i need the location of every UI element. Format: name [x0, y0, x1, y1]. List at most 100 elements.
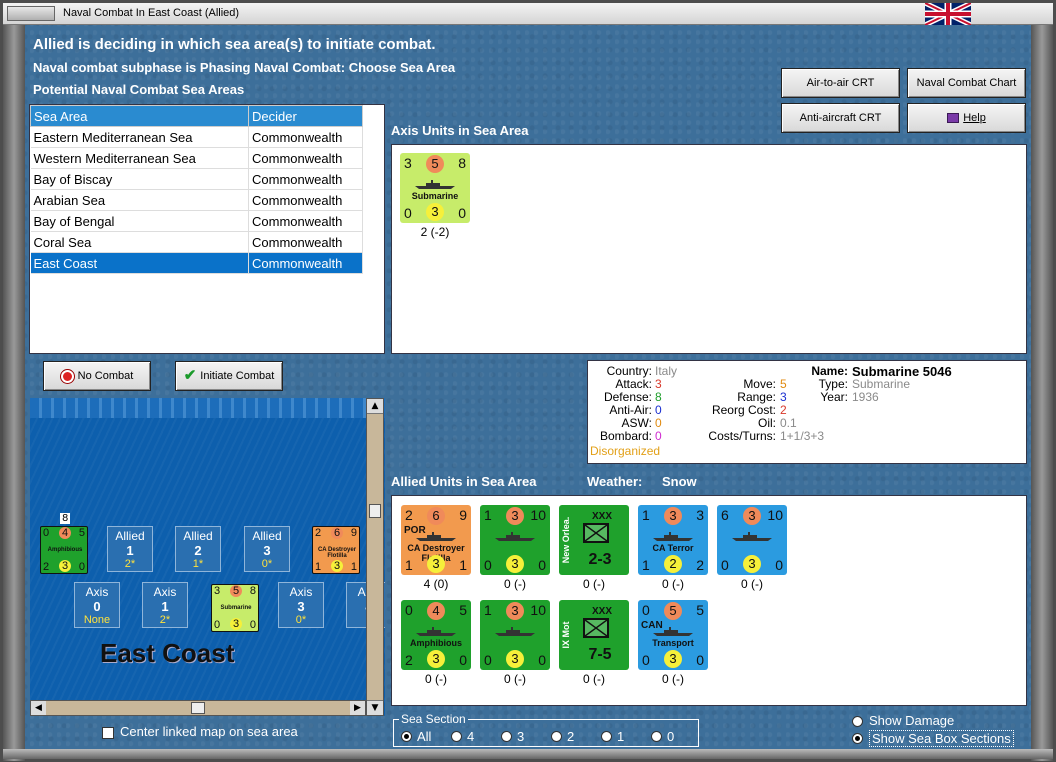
decider-cell[interactable]: Commonwealth	[248, 168, 363, 190]
decider-cell[interactable]: Commonwealth	[248, 126, 363, 148]
sea-section-radio[interactable]	[401, 731, 412, 742]
bombard-value: 0	[655, 429, 662, 443]
table-row[interactable]: Coral Sea Commonwealth	[30, 231, 363, 253]
mini-top-left: 3	[214, 585, 221, 597]
unit-counter[interactable]: XXX New Orlea. 2-3	[559, 505, 629, 575]
sea-area-map[interactable]: East Coast Allied 1 2* Allied 2 1* Allied 3 0* Ax…	[30, 398, 385, 716]
sea-box-section[interactable]: Allied 2 1*	[175, 526, 221, 572]
counter-bottom-center: 3	[743, 555, 761, 573]
table-row[interactable]: Arabian Sea Commonwealth	[30, 189, 363, 211]
unit-counter[interactable]: 3 5 8 Submarine 0 3 0	[400, 153, 470, 223]
table-row[interactable]: Bay of Bengal Commonwealth	[30, 210, 363, 232]
mini-top-left: 2	[315, 527, 322, 539]
decider-cell[interactable]: Commonwealth	[248, 252, 363, 274]
sea-section-radio[interactable]	[601, 731, 612, 742]
year-key: Year:	[820, 390, 848, 404]
sea-area-cell[interactable]: East Coast	[30, 252, 249, 274]
counter-bottom-left: 0	[404, 205, 412, 221]
anti-aircraft-crt-button[interactable]: Anti-aircraft CRT	[781, 103, 900, 133]
sea-box-number: 0	[93, 599, 101, 614]
counter-name: Submarine	[411, 191, 459, 201]
scroll-left-arrow-icon[interactable]: ◀	[31, 701, 46, 715]
move-value: 5	[780, 377, 787, 391]
unit-info-panel: Country: Italy Attack: 3 Defense: 8 Anti…	[587, 360, 1027, 464]
column-header-decider[interactable]: Decider	[248, 105, 363, 127]
sea-area-cell[interactable]: Eastern Mediterranean Sea	[30, 126, 249, 148]
sea-box-section[interactable]: Axis 0 None	[74, 582, 120, 628]
counter-caption: 0 (-)	[504, 672, 526, 686]
book-icon	[947, 113, 960, 124]
map-unit-counter[interactable]: 0 4 5 Amphibious 2 3 0	[40, 526, 88, 574]
counter-top-center: 4	[427, 602, 445, 620]
air-to-air-crt-button[interactable]: Air-to-air CRT	[781, 68, 900, 98]
disorganized-status: Disorganized	[590, 444, 661, 458]
map-unit-counter[interactable]: 3 5 8 Submarine 0 3 0	[211, 584, 259, 632]
decider-cell[interactable]: Commonwealth	[248, 147, 363, 169]
sea-section-option-label: 2	[567, 729, 575, 744]
sea-box-label: Allied	[183, 529, 213, 543]
unit-counter[interactable]: 0 5 5 CAN Transport 0 3 0	[638, 600, 708, 670]
scroll-down-arrow-icon[interactable]: ▼	[367, 700, 383, 715]
sea-box-section[interactable]: Allied 3 0*	[244, 526, 290, 572]
unit-counter[interactable]: 6 3 10 0 3 0	[717, 505, 787, 575]
sea-box-section[interactable]: Axis 1 2*	[142, 582, 188, 628]
sea-box-section[interactable]: Allied 1 2*	[107, 526, 153, 572]
sea-section-radio[interactable]	[551, 731, 562, 742]
counter-bottom-right: 0	[459, 652, 467, 668]
sea-area-cell[interactable]: Coral Sea	[30, 231, 249, 253]
decider-cell[interactable]: Commonwealth	[248, 189, 363, 211]
decider-cell[interactable]: Commonwealth	[248, 210, 363, 232]
counter-top-left: 0	[642, 602, 650, 618]
sea-box-value: 0*	[295, 614, 307, 626]
naval-combat-window: Naval Combat In East Coast (Allied) Alli…	[0, 0, 1056, 762]
horizontal-scroll-thumb[interactable]	[191, 702, 205, 714]
show-damage-radio[interactable]	[852, 716, 863, 727]
sea-section-label: Sea Section	[399, 712, 468, 726]
mini-top-center: 4	[59, 527, 71, 539]
sea-area-cell[interactable]: Bay of Biscay	[30, 168, 249, 190]
scroll-up-arrow-icon[interactable]: ▲	[367, 399, 383, 414]
unit-counter[interactable]: 1 3 10 0 3 0	[480, 505, 550, 575]
counter-top-center: 6	[427, 507, 445, 525]
show-sea-box-radio[interactable]	[852, 733, 863, 744]
unit-counter[interactable]: XXX IX Mot 7-5	[559, 600, 629, 670]
country-key: Country:	[606, 364, 652, 378]
counter-caption: 0 (-)	[662, 577, 684, 591]
unit-counter[interactable]: 1 3 10 0 3 0	[480, 600, 550, 670]
unit-counter[interactable]: 1 3 3 CA Terror 1 2 2	[638, 505, 708, 575]
union-jack-flag-icon	[925, 3, 971, 25]
sea-area-cell[interactable]: Arabian Sea	[30, 189, 249, 211]
unit-counter[interactable]: 269PORCA Destroyer Flotilla131	[401, 505, 471, 575]
map-unit-counter[interactable]: 2 6 9 CA Destroyer Flotilla 1 3 1	[312, 526, 360, 574]
sea-box-section[interactable]: Axis 3 0*	[278, 582, 324, 628]
counter-top-center: 5	[426, 155, 444, 173]
no-combat-button[interactable]: No Combat	[43, 361, 151, 391]
sea-section-radio[interactable]	[501, 731, 512, 742]
sea-area-cell[interactable]: Western Mediterranean Sea	[30, 147, 249, 169]
system-menu-button[interactable]	[7, 6, 55, 21]
sea-area-table: Sea Area Decider Eastern Mediterranean S…	[30, 105, 363, 274]
mini-bottom-center: 3	[331, 560, 343, 572]
scroll-right-arrow-icon[interactable]: ▶	[350, 701, 365, 715]
sea-area-cell[interactable]: Bay of Bengal	[30, 210, 249, 232]
table-row[interactable]: Bay of Biscay Commonwealth	[30, 168, 363, 190]
sea-box-number: 1	[126, 543, 134, 558]
unit-counter[interactable]: 0 4 5 Amphibious 2 3 0	[401, 600, 471, 670]
map-horizontal-scrollbar[interactable]: ◀ ▶	[30, 700, 366, 716]
vertical-scroll-thumb[interactable]	[369, 504, 381, 518]
sea-section-radio[interactable]	[451, 731, 462, 742]
table-row[interactable]: Eastern Mediterranean Sea Commonwealth	[30, 126, 363, 148]
center-map-checkbox[interactable]	[102, 727, 114, 739]
column-header-sea-area[interactable]: Sea Area	[30, 105, 249, 127]
naval-combat-chart-button[interactable]: Naval Combat Chart	[907, 68, 1026, 98]
table-row[interactable]: Western Mediterranean Sea Commonwealth	[30, 147, 363, 169]
warship-icon	[494, 529, 536, 541]
counter-bottom-left: 1	[405, 557, 413, 573]
sea-box-label: Axis	[153, 585, 177, 599]
map-vertical-scrollbar[interactable]: ▲ ▼	[366, 398, 384, 716]
help-button[interactable]: Help	[907, 103, 1026, 133]
table-row[interactable]: East Coast Commonwealth	[30, 252, 363, 274]
decider-cell[interactable]: Commonwealth	[248, 231, 363, 253]
initiate-combat-button[interactable]: ✔ Initiate Combat	[175, 361, 283, 391]
sea-section-radio[interactable]	[651, 731, 662, 742]
